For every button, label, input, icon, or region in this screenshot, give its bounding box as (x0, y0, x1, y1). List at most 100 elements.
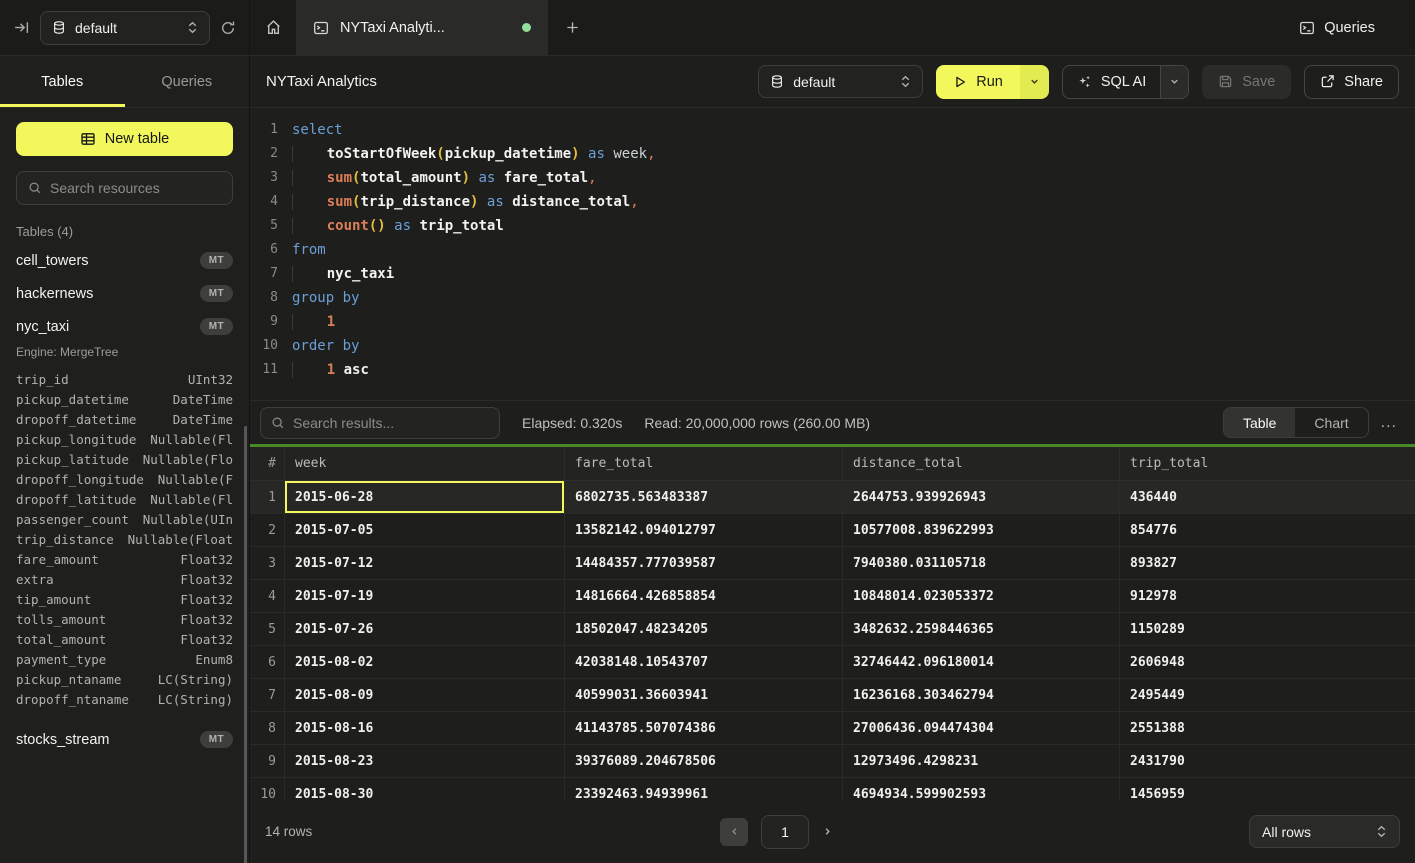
row-index: 1 (250, 481, 285, 514)
cell-week-row1[interactable]: 2015-06-28 (285, 481, 565, 514)
cell-week-row3[interactable]: 2015-07-12 (285, 547, 565, 580)
line-code: order by (278, 334, 359, 358)
cell-fare_total-row1[interactable]: 6802735.563483387 (565, 481, 843, 514)
cell-fare_total-row10[interactable]: 23392463.94939961 (565, 778, 843, 800)
cell-distance_total-row8[interactable]: 27006436.094474304 (843, 712, 1120, 745)
cell-fare_total-row2[interactable]: 13582142.094012797 (565, 514, 843, 547)
sidebar-search-input[interactable] (50, 180, 221, 196)
sidebar-tab-tables[interactable]: Tables (0, 56, 125, 107)
line-number: 7 (250, 262, 278, 286)
run-button-group: Run (936, 65, 1049, 99)
column-name: trip_id (16, 372, 69, 387)
cell-week-row9[interactable]: 2015-08-23 (285, 745, 565, 778)
sidebar-scrollbar[interactable] (244, 426, 247, 863)
table-item-hackernews[interactable]: hackernewsMT (0, 277, 249, 310)
column-name: dropoff_longitude (16, 472, 144, 487)
queries-button[interactable]: Queries (1299, 0, 1415, 55)
table-item-nyc_taxi[interactable]: nyc_taxiMT (0, 310, 249, 343)
column-row-dropoff_ntaname: dropoff_ntanameLC(String) (16, 689, 233, 709)
column-name: tip_amount (16, 592, 91, 607)
new-table-button[interactable]: New table (16, 122, 233, 156)
run-button[interactable]: Run (936, 65, 1020, 99)
cell-trip_total-row5[interactable]: 1150289 (1120, 613, 1415, 646)
column-name: trip_distance (16, 532, 114, 547)
cell-distance_total-row5[interactable]: 3482632.2598446365 (843, 613, 1120, 646)
cell-trip_total-row2[interactable]: 854776 (1120, 514, 1415, 547)
cell-trip_total-row4[interactable]: 912978 (1120, 580, 1415, 613)
main-panel: NYTaxi Analytics default (250, 56, 1415, 863)
cell-fare_total-row8[interactable]: 41143785.507074386 (565, 712, 843, 745)
page-size-select[interactable]: All rows (1249, 815, 1400, 848)
prev-page-button[interactable] (720, 818, 748, 846)
view-tab-chart[interactable]: Chart (1295, 408, 1367, 437)
cell-fare_total-row4[interactable]: 14816664.426858854 (565, 580, 843, 613)
share-button[interactable]: Share (1304, 65, 1399, 99)
sql-editor[interactable]: 1select2 toStartOfWeek(pickup_datetime) … (250, 108, 1415, 400)
view-tab-table[interactable]: Table (1224, 408, 1295, 437)
cell-week-row2[interactable]: 2015-07-05 (285, 514, 565, 547)
new-tab-button[interactable] (548, 0, 596, 55)
tab-nytaxi-analytics[interactable]: NYTaxi Analyti... (296, 0, 548, 55)
sql-ai-button[interactable]: SQL AI (1063, 66, 1160, 98)
cell-trip_total-row6[interactable]: 2606948 (1120, 646, 1415, 679)
cell-distance_total-row10[interactable]: 4694934.599902593 (843, 778, 1120, 800)
line-code: select (278, 118, 343, 142)
column-row-pickup_latitude: pickup_latitudeNullable(Flo (16, 449, 233, 469)
column-header-distance_total[interactable]: distance_total (843, 447, 1120, 481)
new-table-label: New table (105, 131, 169, 147)
cell-week-row7[interactable]: 2015-08-09 (285, 679, 565, 712)
column-header-week[interactable]: week (285, 447, 565, 481)
column-row-tip_amount: tip_amountFloat32 (16, 589, 233, 609)
cell-week-row10[interactable]: 2015-08-30 (285, 778, 565, 800)
table-item-stocks_stream[interactable]: stocks_streamMT (0, 723, 249, 756)
cell-trip_total-row7[interactable]: 2495449 (1120, 679, 1415, 712)
cell-fare_total-row7[interactable]: 40599031.36603941 (565, 679, 843, 712)
cell-distance_total-row6[interactable]: 32746442.096180014 (843, 646, 1120, 679)
cell-distance_total-row1[interactable]: 2644753.939926943 (843, 481, 1120, 514)
column-name: pickup_datetime (16, 392, 129, 407)
save-button[interactable]: Save (1202, 65, 1291, 99)
cell-trip_total-row10[interactable]: 1456959 (1120, 778, 1415, 800)
row-index: 10 (250, 778, 285, 800)
engine-badge: MT (200, 285, 233, 302)
cell-trip_total-row3[interactable]: 893827 (1120, 547, 1415, 580)
cell-distance_total-row7[interactable]: 16236168.303462794 (843, 679, 1120, 712)
cell-week-row6[interactable]: 2015-08-02 (285, 646, 565, 679)
cell-trip_total-row9[interactable]: 2431790 (1120, 745, 1415, 778)
more-options-button[interactable]: ... (1379, 414, 1399, 432)
column-type: LC(String) (158, 672, 233, 687)
cell-distance_total-row2[interactable]: 10577008.839622993 (843, 514, 1120, 547)
tab-bar: NYTaxi Analyti... (250, 0, 596, 55)
cell-distance_total-row9[interactable]: 12973496.4298231 (843, 745, 1120, 778)
cell-distance_total-row3[interactable]: 7940380.031105718 (843, 547, 1120, 580)
cell-week-row8[interactable]: 2015-08-16 (285, 712, 565, 745)
cell-distance_total-row4[interactable]: 10848014.023053372 (843, 580, 1120, 613)
cell-week-row5[interactable]: 2015-07-26 (285, 613, 565, 646)
sidebar-search[interactable] (16, 171, 233, 205)
cell-week-row4[interactable]: 2015-07-19 (285, 580, 565, 613)
column-header-trip_total[interactable]: trip_total (1120, 447, 1415, 481)
column-row-payment_type: payment_typeEnum8 (16, 649, 233, 669)
results-search[interactable] (260, 407, 500, 439)
next-page-button[interactable] (822, 826, 833, 837)
column-row-dropoff_latitude: dropoff_latitudeNullable(Fl (16, 489, 233, 509)
cell-fare_total-row6[interactable]: 42038148.10543707 (565, 646, 843, 679)
cell-fare_total-row3[interactable]: 14484357.777039587 (565, 547, 843, 580)
sidebar-tab-queries[interactable]: Queries (125, 56, 250, 107)
query-database-selector[interactable]: default (758, 65, 923, 98)
database-selector[interactable]: default (40, 11, 210, 45)
column-header-fare_total[interactable]: fare_total (565, 447, 843, 481)
collapse-sidebar-icon[interactable] (13, 19, 30, 36)
page-number[interactable]: 1 (761, 815, 809, 849)
cell-trip_total-row8[interactable]: 2551388 (1120, 712, 1415, 745)
cell-fare_total-row9[interactable]: 39376089.204678506 (565, 745, 843, 778)
sql-ai-options-button[interactable] (1160, 66, 1188, 98)
refresh-icon[interactable] (220, 20, 236, 36)
table-item-cell_towers[interactable]: cell_towersMT (0, 244, 249, 277)
cell-fare_total-row5[interactable]: 18502047.48234205 (565, 613, 843, 646)
home-button[interactable] (250, 0, 296, 55)
cell-trip_total-row1[interactable]: 436440 (1120, 481, 1415, 514)
column-row-passenger_count: passenger_countNullable(UIn (16, 509, 233, 529)
results-search-input[interactable] (293, 415, 489, 431)
run-options-button[interactable] (1020, 65, 1049, 99)
